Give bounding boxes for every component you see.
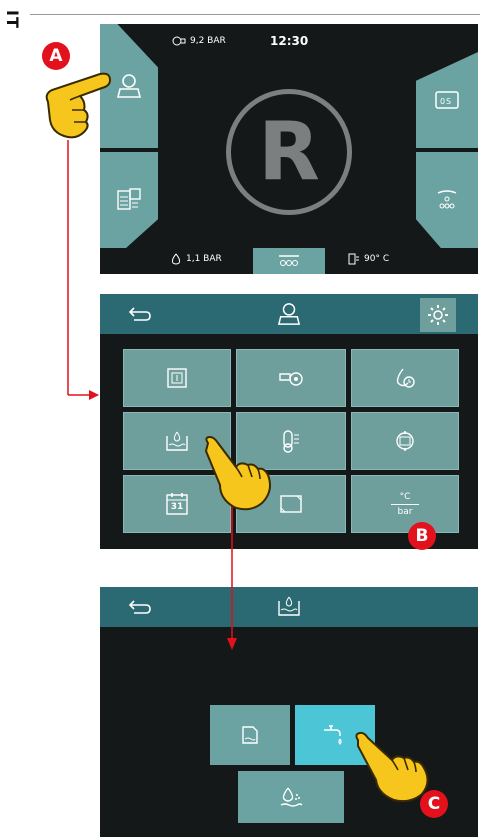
temperature-value: 90° C [364,254,390,264]
brand-logo: R [226,89,352,215]
gear-icon[interactable] [420,298,456,332]
water-timer-icon [394,367,416,389]
pointing-hand-icon [40,62,120,140]
calendar-number: 31 [170,502,184,512]
shower-tile[interactable] [416,152,478,248]
home-screen: 0S 9,2 BAR 12:30 R 1,1 BAR 90° C [100,24,478,274]
pressure-top-value: 9,2 BAR [190,36,226,46]
step-marker-a: A [42,42,70,70]
pump-icon [172,35,186,47]
units-top-label: °C [399,491,411,502]
maintenance-icon [393,430,417,452]
step-marker-b: B [408,522,436,550]
pressure-bottom-status: 1,1 BAR [170,253,222,265]
frame-icon [279,494,303,514]
temperature-icon [348,253,360,265]
water-timer-icon [170,253,182,265]
temperature-status: 90° C [348,253,389,265]
tank-option[interactable] [210,705,290,765]
water-drop-option[interactable] [238,771,344,823]
pressure-top-status: 9,2 BAR [172,35,226,47]
calendar-31-icon: 31 [165,492,189,516]
step-marker-c-label: C [427,794,441,814]
thermometer-icon [281,429,301,453]
tank-level-icon [165,430,189,452]
side-language-tab: IT [2,10,22,36]
pump-gear-icon [278,368,304,388]
clock-value: 12:30 [270,34,309,48]
water-drop-icon [278,786,304,808]
user-icon [277,302,301,326]
shower-drops-icon [277,254,301,268]
program-tile[interactable]: 0S [416,52,478,148]
tap-icon [322,724,348,746]
maintenance-tile[interactable] [351,412,459,470]
step-marker-a-label: A [49,46,63,66]
counter-icon [116,187,142,213]
units-bottom-label: bar [397,506,413,517]
tank-header [100,587,478,627]
settings-header [100,294,478,334]
back-arrow-icon[interactable] [128,306,152,322]
units-tile[interactable]: °C bar [351,475,459,533]
brand-logo-letter: R [258,105,320,198]
pump-gear-tile[interactable] [236,349,346,407]
units-divider [391,503,419,505]
program-icon: 0S [435,90,459,110]
calendar-day-icon [166,367,188,389]
back-arrow-icon[interactable] [128,599,152,615]
calendar-day-tile[interactable] [123,349,231,407]
svg-text:S: S [446,97,451,106]
step-marker-b-label: B [415,526,429,546]
settings-screen: 31 °C bar [100,294,478,549]
arrow-a-head [89,390,99,400]
tank-level-icon [277,595,301,617]
shower-status-tile[interactable] [253,248,325,274]
step-marker-c: C [420,790,448,818]
svg-text:0: 0 [440,97,445,106]
side-tab-label: IT [3,10,22,29]
tank-icon [239,725,261,745]
shower-icon [435,187,459,213]
pointing-hand-icon [198,433,278,513]
counter-tile[interactable] [100,152,158,248]
water-timer-tile[interactable] [351,349,459,407]
page-top-rule [30,14,480,15]
pressure-bottom-value: 1,1 BAR [186,254,222,264]
clock: 12:30 [270,34,308,48]
